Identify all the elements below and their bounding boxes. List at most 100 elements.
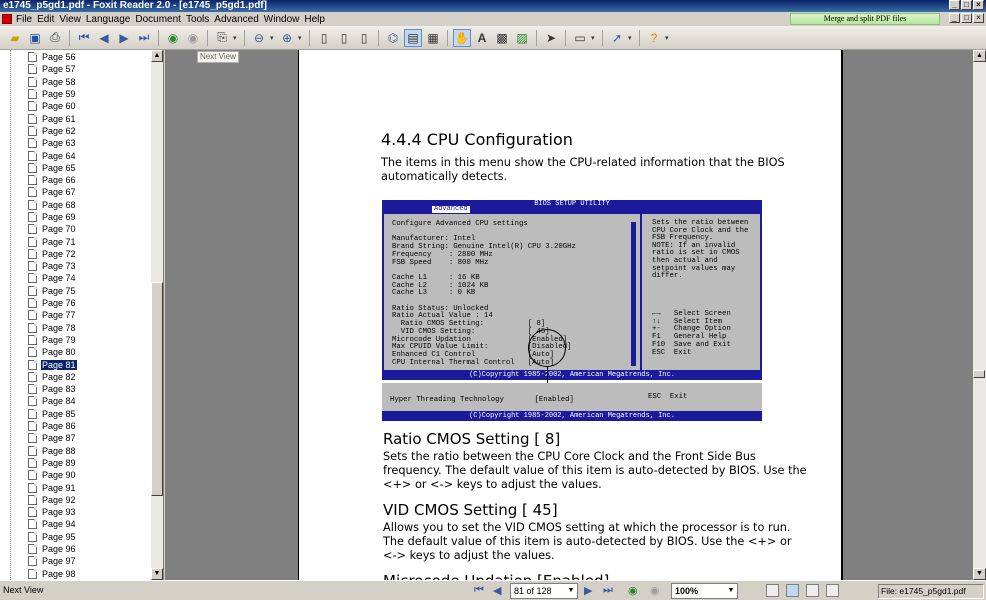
menu-language[interactable]: Language <box>86 14 136 25</box>
page-list-item[interactable]: Page 93 <box>20 506 77 518</box>
single-page-layout-icon[interactable] <box>766 584 779 597</box>
page-list-item[interactable]: Page 60 <box>20 100 77 112</box>
page-list-item[interactable]: Page 71 <box>20 235 77 247</box>
page-list-item[interactable]: Page 85 <box>20 408 77 420</box>
page-list-item[interactable]: Page 76 <box>20 297 77 309</box>
menu-help[interactable]: Help <box>304 14 330 25</box>
page-list-item[interactable]: Page 62 <box>20 125 77 137</box>
page-list-item[interactable]: Page 57 <box>20 63 77 75</box>
annotation-dropdown-icon[interactable]: ▾ <box>591 34 597 42</box>
hand-tool-icon[interactable]: ✋ <box>453 28 471 47</box>
facing-icon[interactable]: ▯ <box>355 29 373 47</box>
select-arrow-icon[interactable]: ➤ <box>542 29 560 47</box>
status-last-page-icon[interactable]: ⏭ <box>603 584 613 597</box>
menu-tools[interactable]: Tools <box>186 14 214 25</box>
page-list-item[interactable]: Page 97 <box>20 555 77 567</box>
help-icon[interactable]: ? <box>645 29 663 47</box>
page-list-item[interactable]: Page 78 <box>20 322 77 334</box>
save-icon[interactable]: ▣ <box>26 29 44 47</box>
page-list-item[interactable]: Page 63 <box>20 137 77 149</box>
doc-close-button[interactable]: × <box>973 13 984 23</box>
sidebar-scroll-up-icon[interactable]: ▲ <box>151 50 163 62</box>
page-list-item[interactable]: Page 75 <box>20 285 77 297</box>
menu-edit[interactable]: Edit <box>37 14 59 25</box>
zoom-out-dropdown-icon[interactable]: ▾ <box>270 34 276 42</box>
app-icon[interactable] <box>2 14 12 24</box>
menu-view[interactable]: View <box>59 14 86 25</box>
page-list-item[interactable]: Page 83 <box>20 383 77 395</box>
sidebar-scrollbar[interactable]: ▲ ▼ <box>151 50 163 580</box>
image-icon[interactable]: ▨ <box>513 29 531 47</box>
close-button[interactable]: × <box>973 0 984 10</box>
page-list-item[interactable]: Page 64 <box>20 149 77 161</box>
page-list-item[interactable]: Page 84 <box>20 395 77 407</box>
zoom-in-icon[interactable]: ⊕ <box>278 29 296 47</box>
continuous-icon[interactable]: ▯ <box>335 29 353 47</box>
rotate-dropdown-icon[interactable]: ▾ <box>233 34 239 42</box>
merge-banner[interactable]: Merge and split PDF files <box>790 13 940 25</box>
page-list-item[interactable]: Page 70 <box>20 223 77 235</box>
page-list-item[interactable]: Page 67 <box>20 186 77 198</box>
comment-icon[interactable]: ▦ <box>424 29 442 47</box>
doc-restore-button[interactable]: □ <box>961 13 972 23</box>
minimize-button[interactable]: _ <box>949 0 960 10</box>
continuous-layout-icon[interactable] <box>786 584 799 597</box>
continuous-facing-layout-icon[interactable] <box>826 584 839 597</box>
doc-minimize-button[interactable]: _ <box>949 13 960 23</box>
zoom-in-dropdown-icon[interactable]: ▾ <box>298 34 304 42</box>
zoom-dropdown-icon[interactable]: ▼ <box>726 585 736 597</box>
status-prev-page-icon[interactable]: ◀ <box>493 584 501 597</box>
page-list-item[interactable]: Page 91 <box>20 481 77 493</box>
page-number-field[interactable]: 81 of 128 ▼ <box>510 583 578 599</box>
zoom-field[interactable]: 100% ▼ <box>671 583 738 599</box>
page-list-item[interactable]: Page 90 <box>20 469 77 481</box>
page-list-item[interactable]: Page 88 <box>20 445 77 457</box>
page-list-item[interactable]: Page 77 <box>20 309 77 321</box>
forward-icon[interactable]: ◉ <box>184 29 202 47</box>
page-list-item[interactable]: Page 82 <box>20 371 77 383</box>
help-dropdown-icon[interactable]: ▾ <box>665 34 671 42</box>
page-list-item[interactable]: Page 72 <box>20 248 77 260</box>
pointer-dropdown-icon[interactable]: ▾ <box>628 34 634 42</box>
page-list-item[interactable]: Page 96 <box>20 543 77 555</box>
page-list-item[interactable]: Page 66 <box>20 174 77 186</box>
single-page-icon[interactable]: ▯ <box>315 29 333 47</box>
zoom-out-icon[interactable]: ⊖ <box>250 29 268 47</box>
page-list-item[interactable]: Page 94 <box>20 518 77 530</box>
page-list-item[interactable]: Page 89 <box>20 457 77 469</box>
menu-file[interactable]: File <box>16 14 37 25</box>
page-list-item[interactable]: Page 65 <box>20 162 77 174</box>
page-list-item[interactable]: Page 74 <box>20 272 77 284</box>
open-icon[interactable]: ▰ <box>6 29 24 47</box>
doc-scroll-up-icon[interactable]: ▲ <box>973 50 986 62</box>
status-next-page-icon[interactable]: ▶ <box>584 584 592 597</box>
page-list-item[interactable]: Page 56 <box>20 51 77 63</box>
page-list-item[interactable]: Page 69 <box>20 211 77 223</box>
doc-scroll-down-icon[interactable]: ▼ <box>973 568 986 580</box>
page-list-item[interactable]: Page 92 <box>20 494 77 506</box>
page-list-item[interactable]: Page 95 <box>20 531 77 543</box>
page-list-item[interactable]: Page 81 <box>20 358 77 370</box>
doc-scroll-thumb[interactable] <box>973 370 985 378</box>
text-select-icon[interactable]: A <box>473 29 491 47</box>
page-list-item[interactable]: Page 59 <box>20 88 77 100</box>
page-list-item[interactable]: Page 98 <box>20 567 77 579</box>
page-list-item[interactable]: Page 68 <box>20 199 77 211</box>
facing-layout-icon[interactable] <box>806 584 819 597</box>
sidebar-scroll-down-icon[interactable]: ▼ <box>151 568 163 580</box>
next-page-icon[interactable]: ▶ <box>115 29 133 47</box>
prev-page-icon[interactable]: ◀ <box>95 29 113 47</box>
document-scrollbar[interactable]: ▲ ▼ <box>973 50 986 580</box>
page-list-item[interactable]: Page 80 <box>20 346 77 358</box>
page-list-item[interactable]: Page 58 <box>20 76 77 88</box>
last-page-icon[interactable]: ⏭ <box>135 29 153 47</box>
pointer-icon[interactable]: ➚ <box>608 29 626 47</box>
annotation-icon[interactable]: ▭ <box>571 29 589 47</box>
menu-advanced[interactable]: Advanced <box>214 14 263 25</box>
menu-window[interactable]: Window <box>264 14 305 25</box>
document-view[interactable]: 4.4.4 CPU Configuration The items in thi… <box>165 50 973 580</box>
page-list-item[interactable]: Page 61 <box>20 112 77 124</box>
first-page-icon[interactable]: ⏮ <box>75 29 93 47</box>
status-first-page-icon[interactable]: ⏮ <box>474 584 484 597</box>
sidebar-scroll-thumb[interactable] <box>151 282 163 496</box>
